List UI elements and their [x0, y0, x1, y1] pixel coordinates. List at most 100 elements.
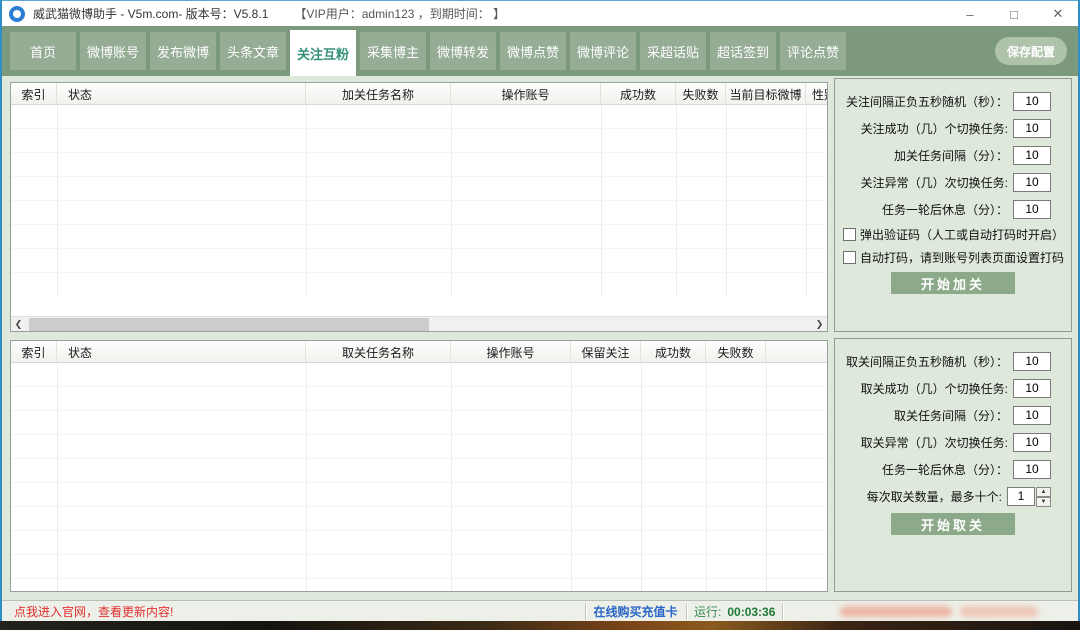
col-success-count[interactable]: 成功数 [601, 83, 676, 105]
unfollow-table-body [11, 363, 827, 591]
app-icon [9, 6, 25, 22]
follow-interval-label: 关注间隔正负五秒随机（秒）： [846, 93, 1008, 110]
runtime-label: 运行: [694, 603, 721, 620]
minimize-button[interactable]: – [948, 1, 992, 27]
col-status[interactable]: 状态 [57, 341, 306, 363]
col-index[interactable]: 索引 [11, 341, 57, 363]
scroll-right-icon[interactable]: ❯ [812, 317, 827, 332]
follow-success-switch-label: 关注成功（几）个切换任务: [861, 120, 1008, 137]
unfollow-abnormal-switch-input[interactable] [1013, 433, 1051, 452]
unfollow-abnormal-switch-label: 取关异常（几）次切换任务: [861, 434, 1008, 451]
col-keep-follow[interactable]: 保留关注 [571, 341, 641, 363]
tab-bar: 首页 微博账号 发布微博 头条文章 关注互粉 采集博主 微博转发 微博点赞 微博… [0, 26, 1080, 76]
runtime-value: 00:03:36 [727, 605, 775, 619]
start-unfollow-button[interactable]: 开始取关 [891, 513, 1015, 535]
auto-captcha-label: 自动打码，请到账号列表页面设置打码 [860, 249, 1064, 266]
col-follow-task-name[interactable]: 加关任务名称 [306, 83, 451, 105]
field-row: 关注异常（几）次切换任务: [835, 172, 1051, 192]
col-gender[interactable]: 性别 [806, 83, 828, 105]
follow-table-header: 索引 状态 加关任务名称 操作账号 成功数 失败数 当前目标微博 性别 [11, 83, 827, 105]
tab-collect-bloggers[interactable]: 采集博主 [360, 32, 426, 70]
field-row: 取关间隔正负五秒随机（秒）： [835, 351, 1051, 371]
popup-captcha-label: 弹出验证码（人工或自动打码时开启） [860, 226, 1064, 243]
window-title: 威武猫微博助手 - V5m.com- 版本号：V5.8.1 [33, 5, 268, 22]
horizontal-scrollbar[interactable]: ❮ ❯ [11, 316, 827, 331]
popup-captcha-checkbox[interactable] [843, 228, 856, 241]
unfollow-rest-label: 任务一轮后休息（分）： [882, 461, 1008, 478]
unfollow-interval-input[interactable] [1013, 352, 1051, 371]
maximize-button[interactable]: □ [992, 1, 1036, 27]
status-bar: 点我进入官网，查看更新内容! 在线购买充值卡 运行: 00:03:36 [0, 600, 1080, 621]
field-row: 取关任务间隔（分）： [835, 405, 1051, 425]
save-config-button[interactable]: 保存配置 [995, 37, 1067, 65]
censored-text [960, 606, 1038, 617]
follow-abnormal-switch-input[interactable] [1013, 173, 1051, 192]
unfollow-success-switch-label: 取关成功（几）个切换任务: [861, 380, 1008, 397]
titlebar: 威武猫微博助手 - V5m.com- 版本号：V5.8.1 【VIP用户：adm… [0, 0, 1080, 26]
stepper-up-icon[interactable]: ▲ [1036, 487, 1051, 497]
follow-abnormal-switch-label: 关注异常（几）次切换任务: [861, 174, 1008, 191]
col-operating-account[interactable]: 操作账号 [451, 341, 571, 363]
col-unfollow-task-name[interactable]: 取关任务名称 [306, 341, 451, 363]
window-border-left [0, 0, 2, 621]
window-controls: – □ ✕ [948, 1, 1080, 27]
follow-rest-input[interactable] [1013, 200, 1051, 219]
col-index[interactable]: 索引 [11, 83, 57, 105]
field-row: 关注成功（几）个切换任务: [835, 118, 1051, 138]
tab-comment-like[interactable]: 评论点赞 [780, 32, 846, 70]
follow-task-interval-label: 加关任务间隔（分）： [894, 147, 1008, 164]
stepper-down-icon[interactable]: ▼ [1036, 497, 1051, 507]
app-window: 威武猫微博助手 - V5m.com- 版本号：V5.8.1 【VIP用户：adm… [0, 0, 1080, 630]
tab-weibo-like[interactable]: 微博点赞 [500, 32, 566, 70]
tab-strip: 首页 微博账号 发布微博 头条文章 关注互粉 采集博主 微博转发 微博点赞 微博… [10, 26, 846, 76]
col-status[interactable]: 状态 [57, 83, 306, 105]
unfollow-count-input[interactable] [1007, 487, 1035, 506]
unfollow-count-label: 每次取关数量，最多十个: [867, 488, 1002, 505]
unfollow-table-header: 索引 状态 取关任务名称 操作账号 保留关注 成功数 失败数 [11, 341, 827, 363]
buy-recharge-card-link[interactable]: 在线购买充值卡 [585, 601, 686, 622]
unfollow-settings-panel: 取关间隔正负五秒随机（秒）： 取关成功（几）个切换任务: 取关任务间隔（分）： … [834, 338, 1072, 592]
desktop-background-strip [0, 621, 1080, 630]
col-operating-account[interactable]: 操作账号 [451, 83, 601, 105]
scrollbar-track[interactable] [26, 317, 812, 332]
official-site-link[interactable]: 点我进入官网，查看更新内容! [14, 601, 173, 622]
tab-weibo-repost[interactable]: 微博转发 [430, 32, 496, 70]
col-fail-count[interactable]: 失败数 [706, 341, 766, 363]
vip-info: 【VIP用户：admin123 ，到期时间： 】 [294, 5, 505, 22]
close-button[interactable]: ✕ [1036, 1, 1080, 27]
tab-weibo-account[interactable]: 微博账号 [80, 32, 146, 70]
field-row: 关注间隔正负五秒随机（秒）： [835, 91, 1051, 111]
follow-rest-label: 任务一轮后休息（分）： [882, 201, 1008, 218]
field-row: 每次取关数量，最多十个: ▲ ▼ [835, 486, 1051, 506]
follow-interval-input[interactable] [1013, 92, 1051, 111]
col-current-target-weibo[interactable]: 当前目标微博 [726, 83, 806, 105]
field-row: 取关成功（几）个切换任务: [835, 378, 1051, 398]
checkbox-row: 弹出验证码（人工或自动打码时开启） [843, 226, 1071, 243]
tab-publish-weibo[interactable]: 发布微博 [150, 32, 216, 70]
tab-weibo-comment[interactable]: 微博评论 [570, 32, 636, 70]
field-row: 取关异常（几）次切换任务: [835, 432, 1051, 452]
unfollow-task-interval-input[interactable] [1013, 406, 1051, 425]
tab-toutiao-article[interactable]: 头条文章 [220, 32, 286, 70]
field-row: 加关任务间隔（分）： [835, 145, 1051, 165]
follow-settings-panel: 关注间隔正负五秒随机（秒）： 关注成功（几）个切换任务: 加关任务间隔（分）： … [834, 78, 1072, 332]
tab-collect-supertopic[interactable]: 采超话贴 [640, 32, 706, 70]
unfollow-interval-label: 取关间隔正负五秒随机（秒）： [846, 353, 1008, 370]
unfollow-task-interval-label: 取关任务间隔（分）： [894, 407, 1008, 424]
start-follow-button[interactable]: 开始加关 [891, 272, 1015, 294]
tab-follow-mutual[interactable]: 关注互粉 [290, 30, 356, 76]
col-fail-count[interactable]: 失败数 [676, 83, 726, 105]
unfollow-success-switch-input[interactable] [1013, 379, 1051, 398]
tab-home[interactable]: 首页 [10, 32, 76, 70]
field-row: 任务一轮后休息（分）： [835, 459, 1051, 479]
follow-task-interval-input[interactable] [1013, 146, 1051, 165]
scrollbar-thumb[interactable] [29, 318, 429, 331]
unfollow-rest-input[interactable] [1013, 460, 1051, 479]
unfollow-count-stepper: ▲ ▼ [1036, 487, 1051, 506]
scroll-left-icon[interactable]: ❮ [11, 317, 26, 332]
tab-supertopic-checkin[interactable]: 超话签到 [710, 32, 776, 70]
auto-captcha-checkbox[interactable] [843, 251, 856, 264]
follow-success-switch-input[interactable] [1013, 119, 1051, 138]
runtime-status: 运行: 00:03:36 [694, 601, 775, 622]
col-success-count[interactable]: 成功数 [641, 341, 706, 363]
